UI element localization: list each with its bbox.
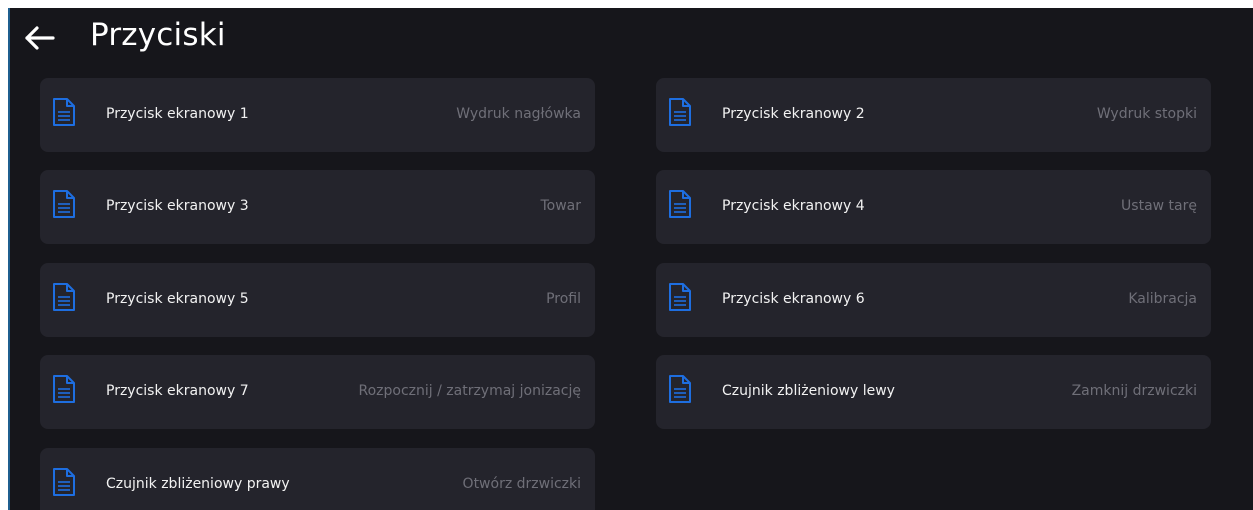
setting-item-proximity-right[interactable]: Czujnik zbliżeniowy prawy Otwórz drzwicz… bbox=[40, 448, 595, 510]
screen-edge bbox=[8, 8, 10, 510]
document-icon bbox=[669, 98, 691, 126]
document-icon bbox=[669, 190, 691, 218]
setting-item-screen-button-5[interactable]: Przycisk ekranowy 5 Profil bbox=[40, 263, 595, 337]
document-icon bbox=[53, 468, 75, 496]
setting-item-value: Wydruk nagłówka bbox=[456, 106, 581, 122]
setting-item-value: Kalibracja bbox=[1128, 291, 1197, 307]
setting-item-value: Profil bbox=[546, 291, 581, 307]
page-title: Przyciski bbox=[90, 17, 226, 53]
document-icon bbox=[53, 375, 75, 403]
setting-item-label: Przycisk ekranowy 7 bbox=[106, 383, 249, 399]
back-button[interactable] bbox=[22, 24, 58, 52]
document-icon bbox=[53, 190, 75, 218]
setting-item-label: Przycisk ekranowy 2 bbox=[722, 106, 865, 122]
setting-item-screen-button-3[interactable]: Przycisk ekranowy 3 Towar bbox=[40, 170, 595, 244]
document-icon bbox=[53, 283, 75, 311]
settings-screen: Przyciski Przycisk ekranowy 1 Wydruk nag… bbox=[8, 8, 1253, 510]
setting-item-label: Przycisk ekranowy 1 bbox=[106, 106, 249, 122]
setting-item-label: Przycisk ekranowy 3 bbox=[106, 198, 249, 214]
setting-item-value: Wydruk stopki bbox=[1096, 106, 1197, 122]
setting-item-value: Towar bbox=[540, 198, 581, 214]
setting-item-label: Czujnik zbliżeniowy lewy bbox=[722, 383, 895, 399]
setting-item-label: Przycisk ekranowy 5 bbox=[106, 291, 249, 307]
document-icon bbox=[669, 283, 691, 311]
header: Przyciski bbox=[8, 8, 1253, 72]
document-icon bbox=[53, 98, 75, 126]
setting-item-value: Ustaw tarę bbox=[1121, 198, 1197, 214]
setting-item-label: Czujnik zbliżeniowy prawy bbox=[106, 476, 290, 492]
setting-item-screen-button-4[interactable]: Przycisk ekranowy 4 Ustaw tarę bbox=[656, 170, 1211, 244]
arrow-left-icon bbox=[25, 26, 55, 50]
setting-item-screen-button-6[interactable]: Przycisk ekranowy 6 Kalibracja bbox=[656, 263, 1211, 337]
setting-item-value: Otwórz drzwiczki bbox=[462, 476, 581, 492]
setting-item-screen-button-7[interactable]: Przycisk ekranowy 7 Rozpocznij / zatrzym… bbox=[40, 355, 595, 429]
setting-item-value: Zamknij drzwiczki bbox=[1071, 383, 1197, 399]
setting-item-screen-button-1[interactable]: Przycisk ekranowy 1 Wydruk nagłówka bbox=[40, 78, 595, 152]
setting-item-proximity-left[interactable]: Czujnik zbliżeniowy lewy Zamknij drzwicz… bbox=[656, 355, 1211, 429]
setting-item-screen-button-2[interactable]: Przycisk ekranowy 2 Wydruk stopki bbox=[656, 78, 1211, 152]
setting-item-label: Przycisk ekranowy 6 bbox=[722, 291, 865, 307]
document-icon bbox=[669, 375, 691, 403]
setting-item-label: Przycisk ekranowy 4 bbox=[722, 198, 865, 214]
setting-item-value: Rozpocznij / zatrzymaj jonizację bbox=[358, 383, 582, 399]
